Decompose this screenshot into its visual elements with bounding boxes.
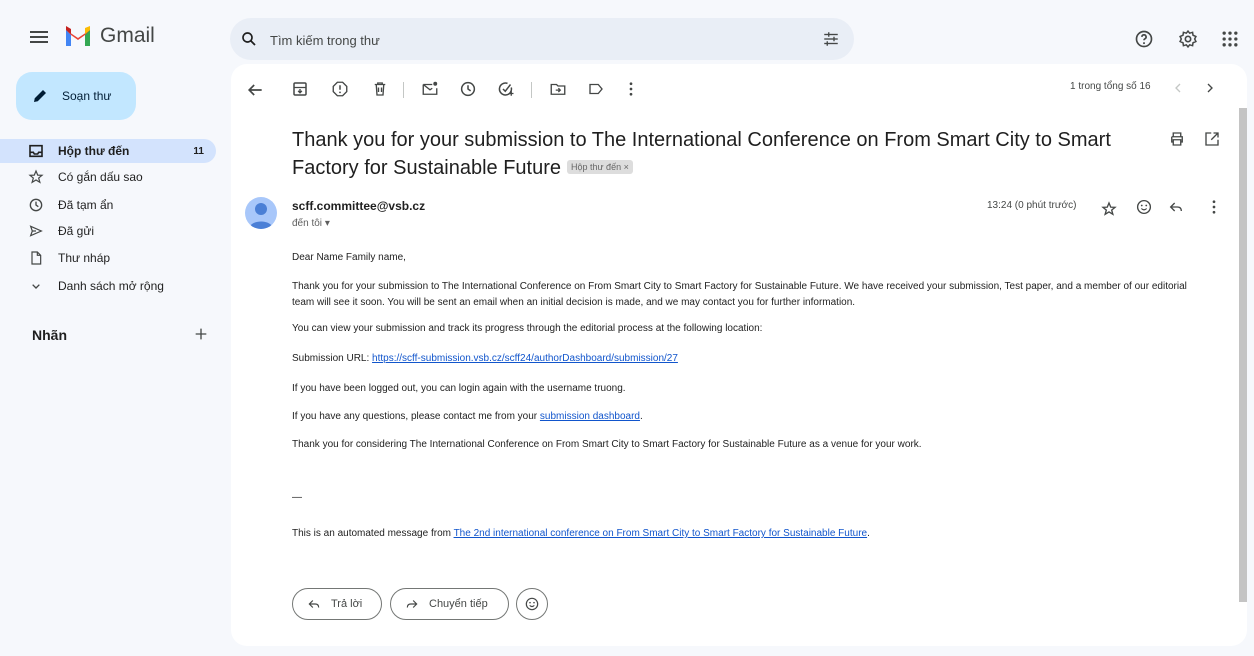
message-time: 13:24 (0 phút trước): [987, 200, 1077, 211]
sidebar-item-label: Danh sách mở rộng: [58, 279, 164, 293]
inbox-label-chip[interactable]: Hộp thư đến ×: [567, 159, 633, 174]
star-icon[interactable]: [1101, 201, 1117, 217]
delete-trash-icon[interactable]: [371, 80, 389, 98]
gmail-m-icon: [66, 26, 90, 46]
gmail-logo[interactable]: Gmail: [64, 24, 155, 48]
sidebar-item-label: Thư nháp: [58, 251, 111, 265]
back-arrow-icon[interactable]: [245, 80, 265, 100]
forward-button[interactable]: Chuyển tiếp: [390, 588, 509, 620]
pagination-info: 1 trong tổng số 16: [1070, 81, 1151, 92]
archive-icon[interactable]: [291, 80, 309, 98]
unread-count-badge: 11: [193, 145, 204, 157]
sidebar-item-label: Có gắn dấu sao: [58, 170, 143, 184]
subject-text: Thank you for your submission to The Int…: [292, 129, 1111, 179]
send-icon: [26, 223, 46, 239]
paragraph: If you have been logged out, you can log…: [292, 383, 626, 394]
labels-heading: Nhãn: [32, 327, 67, 343]
sidebar-item-label: Đã gửi: [58, 224, 95, 238]
emoji-reaction-button[interactable]: [516, 588, 548, 620]
clock-icon: [26, 197, 46, 213]
footer-suffix: .: [867, 528, 870, 539]
snooze-clock-icon[interactable]: [459, 80, 477, 98]
move-to-folder-icon[interactable]: [549, 80, 567, 98]
search-bar[interactable]: [230, 18, 854, 60]
mark-unread-icon[interactable]: [421, 80, 439, 98]
toolbar-divider: [531, 82, 532, 98]
print-icon[interactable]: [1168, 130, 1186, 148]
open-in-new-window-icon[interactable]: [1203, 130, 1221, 148]
reply-icon: [308, 600, 320, 608]
apps-grid-icon[interactable]: [1220, 29, 1240, 49]
report-spam-icon[interactable]: [331, 80, 349, 98]
footer-prefix: This is an automated message from: [292, 528, 454, 539]
forward-icon: [406, 600, 418, 608]
reply-icon[interactable]: [1168, 199, 1184, 215]
sidebar-item-label: Đã tạm ẩn: [58, 198, 114, 212]
forward-label: Chuyển tiếp: [429, 598, 488, 610]
inbox-icon: [26, 143, 46, 159]
chevron-left-icon[interactable]: [1170, 80, 1186, 96]
contact-prefix: If you have any questions, please contac…: [292, 411, 540, 422]
more-vert-icon[interactable]: [622, 80, 640, 98]
label-tag-icon[interactable]: [587, 80, 605, 98]
recipient-label: đến tôi: [292, 218, 323, 229]
toolbar-divider: [403, 82, 404, 98]
compose-button[interactable]: Soạn thư: [16, 72, 136, 120]
chevron-down-icon: [26, 278, 46, 294]
paragraph: Thank you for considering The Internatio…: [292, 439, 922, 450]
submission-dashboard-link[interactable]: submission dashboard: [540, 411, 640, 422]
person-icon: [249, 203, 273, 229]
reply-button[interactable]: Trả lời: [292, 588, 382, 620]
app-name: Gmail: [100, 24, 155, 47]
chip-label: Hộp thư đến: [571, 161, 622, 172]
sidebar-item-starred[interactable]: Có gắn dấu sao: [16, 165, 216, 189]
conference-link[interactable]: The 2nd international conference on From…: [454, 528, 868, 539]
more-vert-icon[interactable]: [1205, 198, 1223, 216]
paragraph: Thank you for your submission to The Int…: [292, 281, 1187, 308]
sender-avatar: [245, 197, 277, 229]
greeting: Dear Name Family name,: [292, 252, 406, 263]
draft-icon: [26, 250, 46, 266]
menu-icon: [30, 31, 48, 43]
submission-url-link[interactable]: https://scff-submission.vsb.cz/scff24/au…: [372, 353, 678, 364]
sidebar-item-snoozed[interactable]: Đã tạm ẩn: [16, 193, 216, 217]
add-label-icon[interactable]: [193, 326, 209, 342]
search-icon[interactable]: [240, 30, 258, 48]
settings-gear-icon[interactable]: [1178, 29, 1198, 49]
help-icon[interactable]: [1134, 29, 1154, 49]
sidebar-item-inbox[interactable]: Hộp thư đến 11: [0, 139, 216, 163]
sidebar-item-sent[interactable]: Đã gửi: [16, 219, 216, 243]
recipient-details[interactable]: đến tôi ▾: [292, 218, 330, 229]
emoji-reaction-icon[interactable]: [1135, 198, 1153, 216]
paragraph: You can view your submission and track i…: [292, 323, 763, 334]
url-prefix: Submission URL:: [292, 353, 373, 364]
search-options-icon[interactable]: [822, 30, 840, 48]
emoji-icon: [525, 597, 539, 611]
star-icon: [26, 169, 46, 185]
contact-line: If you have any questions, please contac…: [292, 409, 1202, 425]
search-input[interactable]: [268, 24, 792, 56]
sender-email[interactable]: scff.committee@vsb.cz: [292, 199, 425, 213]
compose-label: Soạn thư: [62, 89, 112, 103]
caret-down-icon: ▾: [324, 218, 330, 229]
submission-url-line: Submission URL: https://scff-submission.…: [292, 351, 1202, 367]
sidebar-item-more[interactable]: Danh sách mở rộng: [16, 274, 216, 298]
message-subject: Thank you for your submission to The Int…: [292, 126, 1152, 182]
contact-suffix: .: [639, 411, 643, 422]
footer-line: This is an automated message from The 2n…: [292, 526, 1202, 542]
signature-dash: —: [292, 492, 302, 503]
chip-close[interactable]: ×: [624, 162, 629, 172]
add-to-tasks-icon[interactable]: [497, 80, 515, 98]
main-menu-button[interactable]: [27, 25, 51, 49]
pencil-icon: [34, 90, 46, 102]
chevron-right-icon[interactable]: [1202, 80, 1218, 96]
reply-label: Trả lời: [331, 598, 363, 610]
scrollbar[interactable]: [1239, 108, 1247, 602]
sidebar-item-drafts[interactable]: Thư nháp: [16, 246, 216, 270]
message-panel: 1 trong tổng số 16 Thank you for your su…: [231, 64, 1247, 646]
sidebar-item-label: Hộp thư đến: [58, 144, 130, 158]
